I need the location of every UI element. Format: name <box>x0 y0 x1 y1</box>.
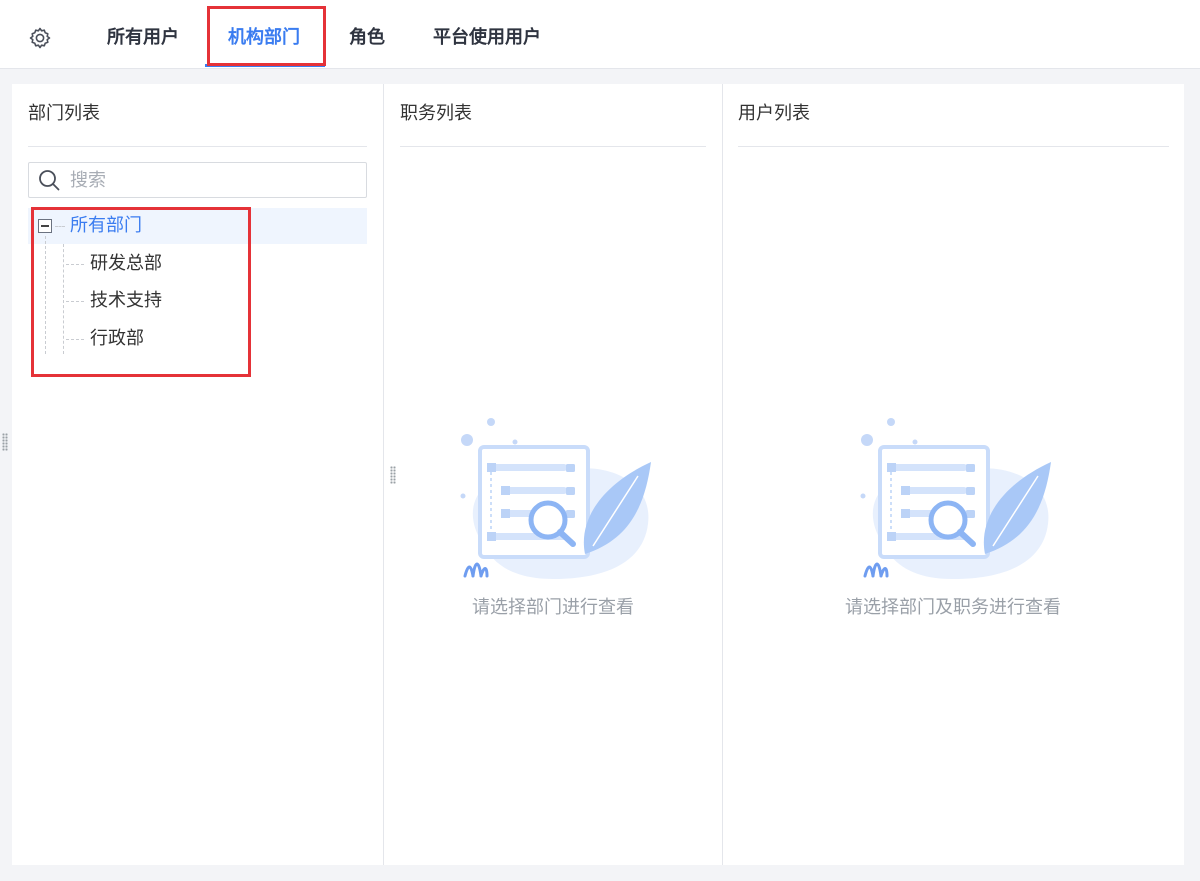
search-icon <box>39 170 60 191</box>
resize-handle[interactable] <box>2 433 8 451</box>
tree-connector <box>66 339 84 340</box>
position-empty-message: 请选择部门进行查看 <box>472 597 634 618</box>
tab-platform-users[interactable]: 平台使用用户 <box>433 26 541 50</box>
active-tab-indicator <box>205 64 325 67</box>
tree-node-admin[interactable]: 行政部 <box>90 327 144 351</box>
divider <box>738 146 1169 147</box>
tree-node-rd-hq[interactable]: 研发总部 <box>90 252 162 276</box>
gear-icon[interactable] <box>28 26 52 50</box>
top-tab-bar: 所有用户 机构部门 角色 平台使用用户 <box>0 0 1200 69</box>
department-panel-title: 部门列表 <box>28 103 100 124</box>
tree-connector <box>66 264 84 265</box>
tree-node-tech-support[interactable]: 技术支持 <box>90 289 162 313</box>
search-input[interactable] <box>70 165 350 195</box>
tree-connector <box>66 301 84 302</box>
user-panel-title: 用户列表 <box>738 103 810 124</box>
tree-connector <box>63 244 64 354</box>
minus-square-icon[interactable] <box>38 219 52 233</box>
panel-divider <box>383 84 384 865</box>
empty-search-illustration <box>860 418 1051 579</box>
divider <box>400 146 706 147</box>
tree-connector <box>45 236 46 354</box>
empty-search-illustration <box>460 418 651 579</box>
tab-all-users[interactable]: 所有用户 <box>107 26 179 50</box>
panel-divider <box>722 84 723 865</box>
tab-roles[interactable]: 角色 <box>349 26 385 50</box>
user-empty-message: 请选择部门及职务进行查看 <box>845 597 1061 618</box>
divider <box>28 146 367 147</box>
resize-handle[interactable] <box>390 466 396 484</box>
tree-node-all-departments[interactable]: 所有部门 <box>70 214 142 238</box>
tab-departments[interactable]: 机构部门 <box>228 26 300 50</box>
department-panel <box>12 84 383 865</box>
department-search[interactable] <box>28 162 367 198</box>
position-panel-title: 职务列表 <box>400 103 472 124</box>
tree-connector <box>55 226 65 227</box>
